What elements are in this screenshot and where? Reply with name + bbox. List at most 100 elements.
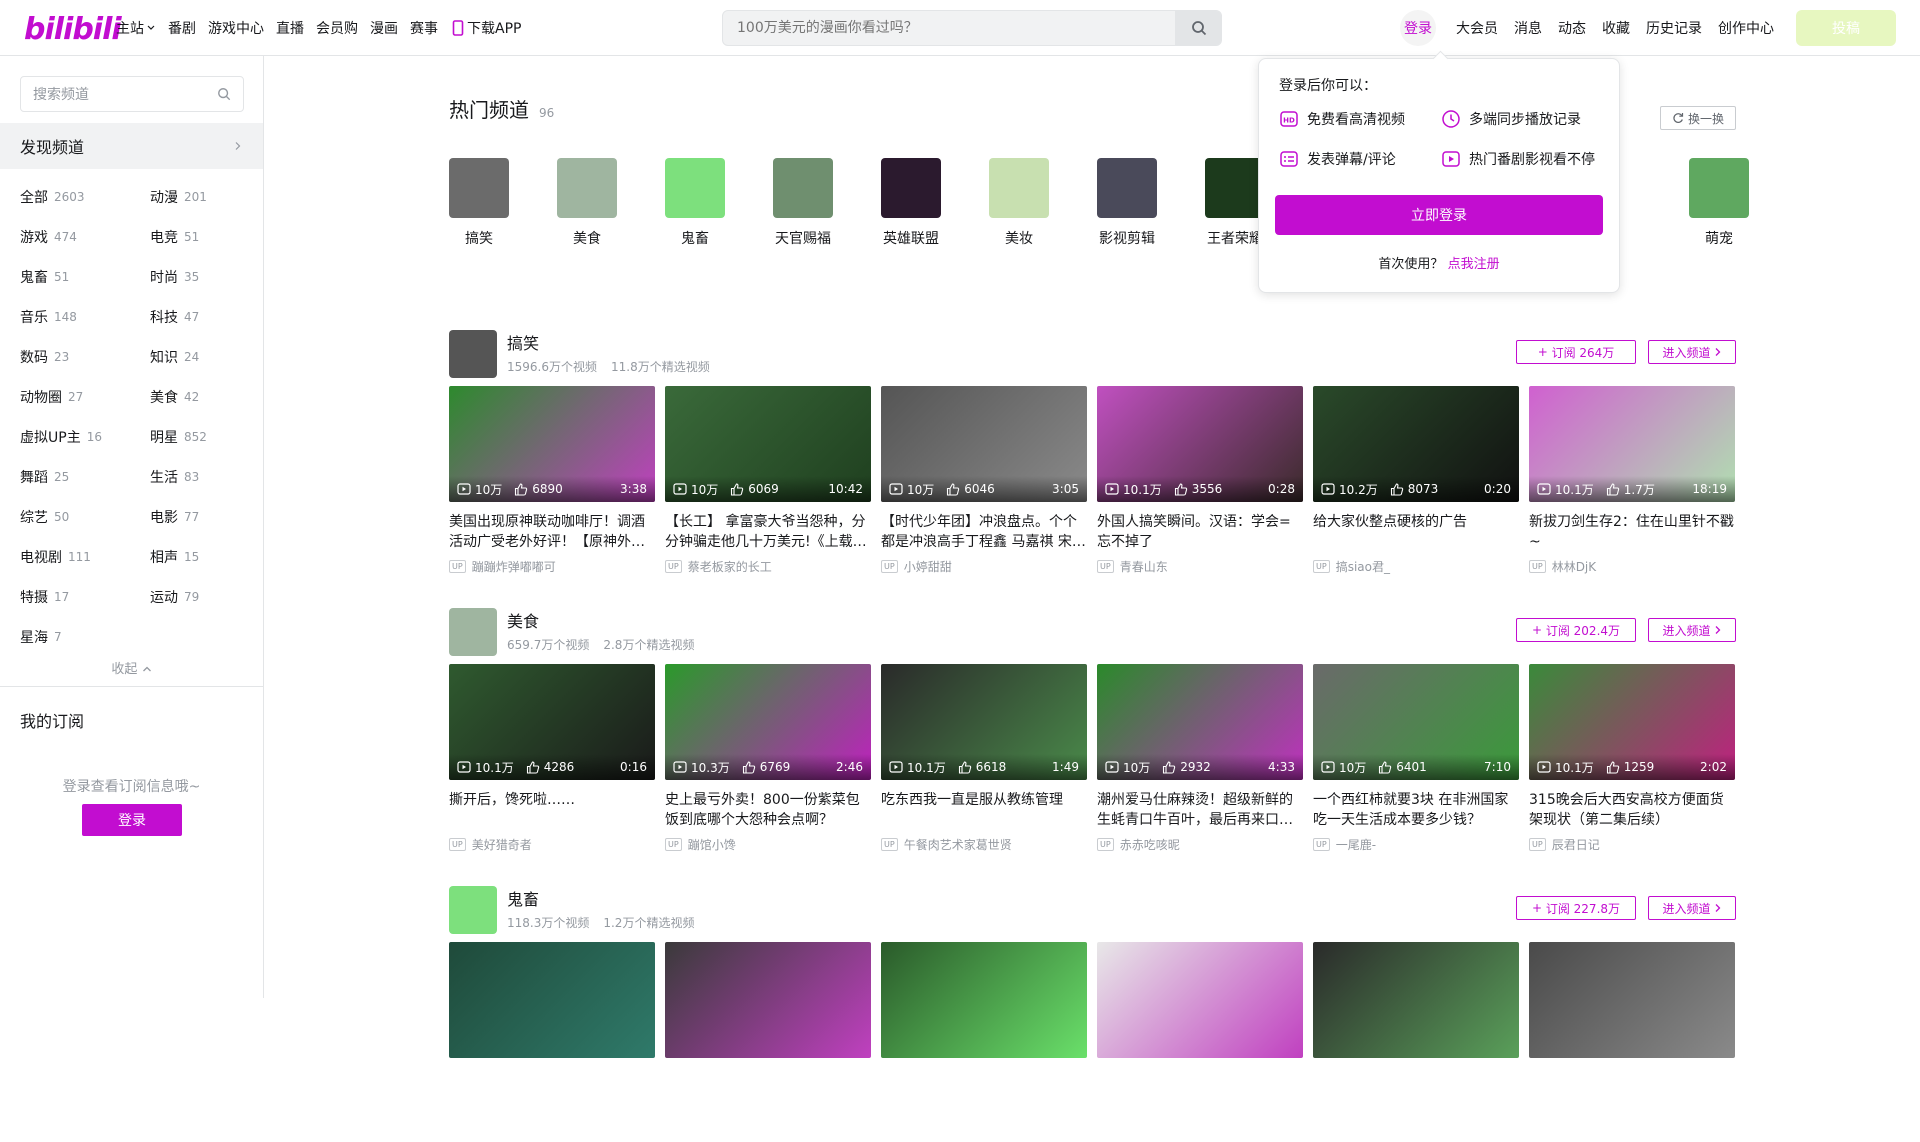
category-item[interactable]: 明星 852	[150, 417, 250, 457]
video-card[interactable]	[1313, 942, 1519, 1058]
login-avatar-button[interactable]: 登录	[1400, 10, 1436, 46]
upload-button[interactable]: 投稿	[1796, 10, 1896, 46]
sidebar-login-button[interactable]: 登录	[82, 804, 182, 836]
category-item[interactable]: 数码 23	[20, 337, 150, 377]
video-title[interactable]: 美国出现原神联动咖啡厅！调酒活动广受老外好评！【原神外网热评】	[449, 512, 655, 552]
video-title[interactable]: 吃东西我一直是服从教练管理	[881, 790, 1087, 830]
hot-channel-item[interactable]: 萌宠	[1674, 158, 1764, 248]
video-thumbnail[interactable]: 10.1万 3556 0:28	[1097, 386, 1303, 502]
hot-channel-item[interactable]: 美妆	[974, 158, 1064, 248]
refresh-button[interactable]: 换一换	[1660, 106, 1736, 130]
video-title[interactable]: 新拔刀剑生存2：住在山里针不戳~	[1529, 512, 1735, 552]
video-thumbnail[interactable]: 10.2万 8073 0:20	[1313, 386, 1519, 502]
video-title[interactable]: 潮州爱马仕麻辣烫！超级新鲜的生蚝青口牛百叶，最后再来口饭…	[1097, 790, 1303, 830]
category-item[interactable]: 舞蹈 25	[20, 457, 150, 497]
video-thumbnail[interactable]: 10.1万 1259 2:02	[1529, 664, 1735, 780]
video-uploader[interactable]: UP 搞siao君_	[1313, 558, 1519, 575]
video-card[interactable]: 10万 6401 7:10 一个西红柿就要3块 在非洲国家吃一天生活成本要多少钱…	[1313, 664, 1519, 853]
video-card[interactable]: 10万 6890 3:38 美国出现原神联动咖啡厅！调酒活动广受老外好评！【原神…	[449, 386, 655, 575]
popup-login-button[interactable]: 立即登录	[1275, 195, 1603, 235]
video-thumbnail[interactable]: 10.1万 6618 1:49	[881, 664, 1087, 780]
channel-search-input[interactable]: 搜索频道	[20, 76, 244, 112]
video-title[interactable]: 【时代少年团】冲浪盘点。个个都是冲浪高手丁程鑫 马嘉祺 宋亚轩	[881, 512, 1087, 552]
video-card[interactable]: 10.2万 8073 0:20 给大家伙整点硬核的广告 UP 搞siao君_	[1313, 386, 1519, 575]
video-card[interactable]: 10.1万 6618 1:49 吃东西我一直是服从教练管理 UP 午餐肉艺术家葛世…	[881, 664, 1087, 853]
category-item[interactable]: 游戏 474	[20, 217, 150, 257]
category-item[interactable]: 动物圈 27	[20, 377, 150, 417]
video-title[interactable]: 撕开后，馋死啦……	[449, 790, 655, 830]
hot-channel-item[interactable]: 天官赐福	[758, 158, 848, 248]
video-uploader[interactable]: UP 林林DjK	[1529, 558, 1735, 575]
subscribe-button[interactable]: + 订阅 202.4万	[1516, 618, 1636, 642]
nav-anime[interactable]: 番剧	[162, 18, 202, 38]
video-uploader[interactable]: UP 蹦蹦炸弹嘟嘟可	[449, 558, 655, 575]
nav-history[interactable]: 历史记录	[1638, 18, 1710, 38]
hot-channel-item[interactable]: 美食	[542, 158, 632, 248]
subscribe-button[interactable]: + 订阅 264万	[1516, 340, 1636, 364]
category-item[interactable]: 运动 79	[150, 577, 250, 617]
video-thumbnail[interactable]	[1313, 942, 1519, 1058]
video-thumbnail[interactable]	[881, 942, 1087, 1058]
video-thumbnail[interactable]	[449, 942, 655, 1058]
category-item[interactable]: 全部 2603	[20, 177, 150, 217]
video-title[interactable]: 外国人搞笑瞬间。汉语：学会=忘不掉了	[1097, 512, 1303, 552]
nav-esports[interactable]: 赛事	[404, 18, 444, 38]
video-card[interactable]: 10.1万 3556 0:28 外国人搞笑瞬间。汉语：学会=忘不掉了 UP 青春山…	[1097, 386, 1303, 575]
category-item[interactable]: 动漫 201	[150, 177, 250, 217]
section-name[interactable]: 鬼畜	[507, 886, 539, 910]
hot-channel-item[interactable]: 英雄联盟	[866, 158, 956, 248]
nav-vip[interactable]: 大会员	[1448, 18, 1506, 38]
register-link[interactable]: 点我注册	[1448, 257, 1500, 272]
video-card[interactable]: 10万 6069 10:42 【长工】 拿富豪大爷当怨种，分分钟骗走他几十万美元…	[665, 386, 871, 575]
category-item[interactable]: 生活 83	[150, 457, 250, 497]
video-thumbnail[interactable]	[665, 942, 871, 1058]
video-thumbnail[interactable]: 10万 6069 10:42	[665, 386, 871, 502]
video-card[interactable]: 10万 6046 3:05 【时代少年团】冲浪盘点。个个都是冲浪高手丁程鑫 马嘉…	[881, 386, 1087, 575]
category-item[interactable]: 相声 15	[150, 537, 250, 577]
video-thumbnail[interactable]: 10万 6046 3:05	[881, 386, 1087, 502]
hot-channel-item[interactable]: 鬼畜	[650, 158, 740, 248]
video-thumbnail[interactable]: 10万 6890 3:38	[449, 386, 655, 502]
enter-channel-button[interactable]: 进入频道	[1648, 340, 1736, 364]
hot-channel-item[interactable]: 搞笑	[434, 158, 524, 248]
category-item[interactable]: 虚拟UP主 16	[20, 417, 150, 457]
nav-dynamics[interactable]: 动态	[1550, 18, 1594, 38]
video-uploader[interactable]: UP 午餐肉艺术家葛世贤	[881, 836, 1087, 853]
enter-channel-button[interactable]: 进入频道	[1648, 896, 1736, 920]
video-uploader[interactable]: UP 小婷甜甜	[881, 558, 1087, 575]
section-avatar[interactable]	[449, 330, 497, 378]
category-item[interactable]: 美食 42	[150, 377, 250, 417]
nav-game-center[interactable]: 游戏中心	[202, 18, 270, 38]
video-title[interactable]: 给大家伙整点硬核的广告	[1313, 512, 1519, 552]
video-uploader[interactable]: UP 蹦馆小馋	[665, 836, 871, 853]
video-uploader[interactable]: UP 蔡老板家的长工	[665, 558, 871, 575]
search-input[interactable]	[723, 11, 1175, 45]
video-uploader[interactable]: UP 赤赤吃咳昵	[1097, 836, 1303, 853]
nav-creator-center[interactable]: 创作中心	[1710, 18, 1782, 38]
video-thumbnail[interactable]: 10万 2932 4:33	[1097, 664, 1303, 780]
category-item[interactable]: 科技 47	[150, 297, 250, 337]
video-card[interactable]	[665, 942, 871, 1058]
enter-channel-button[interactable]: 进入频道	[1648, 618, 1736, 642]
video-card[interactable]	[1097, 942, 1303, 1058]
category-item[interactable]: 综艺 50	[20, 497, 150, 537]
video-uploader[interactable]: UP 辰君日记	[1529, 836, 1735, 853]
video-thumbnail[interactable]	[1097, 942, 1303, 1058]
section-avatar[interactable]	[449, 886, 497, 934]
video-thumbnail[interactable]: 10万 6401 7:10	[1313, 664, 1519, 780]
nav-favorites[interactable]: 收藏	[1594, 18, 1638, 38]
video-thumbnail[interactable]: 10.3万 6769 2:46	[665, 664, 871, 780]
category-item[interactable]: 电影 77	[150, 497, 250, 537]
video-uploader[interactable]: UP 青春山东	[1097, 558, 1303, 575]
section-name[interactable]: 搞笑	[507, 330, 539, 354]
video-card[interactable]: 10.1万 4286 0:16 撕开后，馋死啦…… UP 美好猎奇者	[449, 664, 655, 853]
video-thumbnail[interactable]	[1529, 942, 1735, 1058]
category-item[interactable]: 电视剧 111	[20, 537, 150, 577]
category-item[interactable]: 知识 24	[150, 337, 250, 377]
subscribe-button[interactable]: + 订阅 227.8万	[1516, 896, 1636, 920]
bilibili-logo[interactable]: bilibili	[24, 12, 122, 47]
video-title[interactable]: 【长工】 拿富豪大爷当怨种，分分钟骗走他几十万美元!《上载新生》	[665, 512, 871, 552]
video-title[interactable]: 史上最亏外卖！800一份紫菜包饭到底哪个大怨种会点啊？	[665, 790, 871, 830]
video-card[interactable]: 10.3万 6769 2:46 史上最亏外卖！800一份紫菜包饭到底哪个大怨种会…	[665, 664, 871, 853]
video-card[interactable]: 10万 2932 4:33 潮州爱马仕麻辣烫！超级新鲜的生蚝青口牛百叶，最后再来…	[1097, 664, 1303, 853]
